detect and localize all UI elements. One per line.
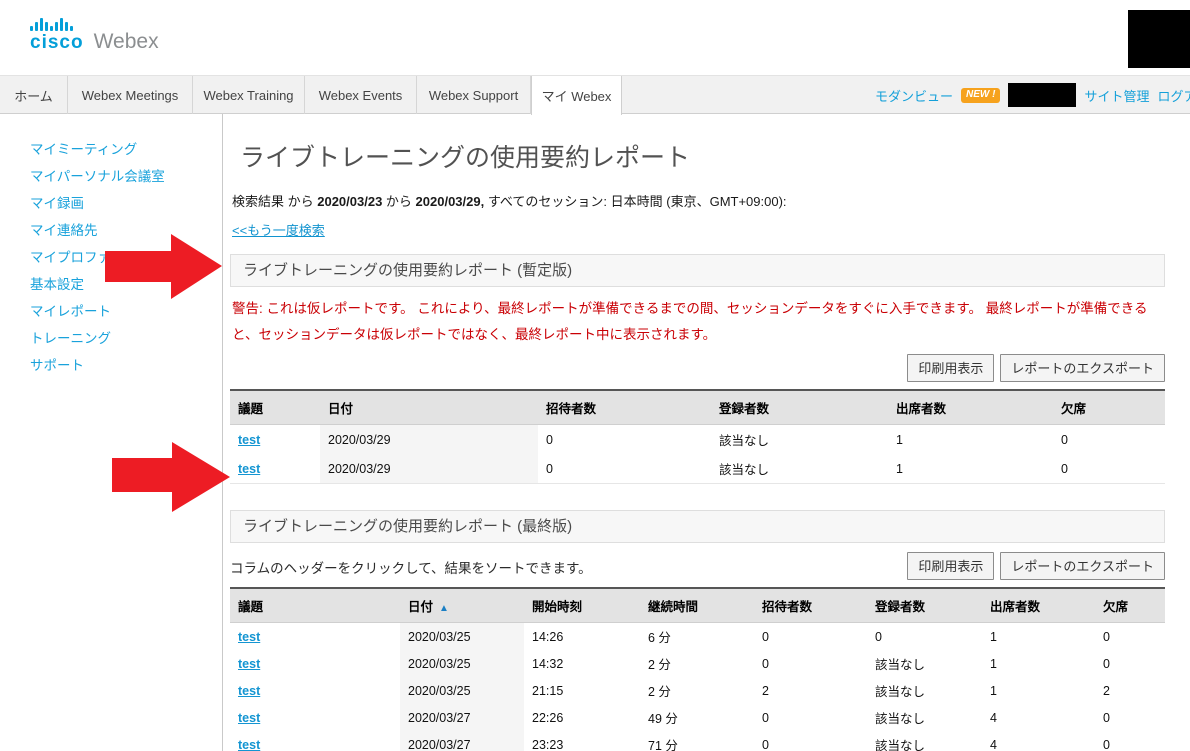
- sort-hint-text: コラムのヘッダーをクリックして、結果をソートできます。: [230, 557, 592, 580]
- col-absent[interactable]: 欠席: [1053, 390, 1165, 425]
- table-row: test 2020/03/27 22:26 49 分 0 該当なし 4 0: [230, 704, 1165, 731]
- col-attended[interactable]: 出席者数: [888, 390, 1053, 425]
- table-row: test 2020/03/29 0 該当なし 1 0: [230, 425, 1165, 455]
- table-row: test 2020/03/25 21:15 2 分 2 該当なし 1 2: [230, 677, 1165, 704]
- page-header: cisco Webex: [0, 0, 1190, 75]
- export-report-button[interactable]: レポートのエクスポート: [1000, 552, 1165, 580]
- interim-report-table: 議題 日付 招待者数 登録者数 出席者数 欠席 test 2020/03/29 …: [230, 389, 1165, 484]
- interim-actions: 印刷用表示 レポートのエクスポート: [230, 354, 1165, 382]
- sidebar-item-my-contacts[interactable]: マイ連絡先: [30, 217, 222, 244]
- print-view-button[interactable]: 印刷用表示: [907, 354, 994, 382]
- table-row: test 2020/03/29 0 該当なし 1 0: [230, 454, 1165, 484]
- final-actions: 印刷用表示 レポートのエクスポート: [907, 552, 1165, 580]
- session-link[interactable]: test: [238, 738, 260, 751]
- session-link[interactable]: test: [238, 433, 260, 447]
- col-registered[interactable]: 登録者数: [711, 390, 888, 425]
- final-report-table: 議題 日付▲ 開始時刻 継続時間 招待者数 登録者数 出席者数 欠席 test …: [230, 587, 1165, 751]
- report-main: ライブトレーニングの使用要約レポート 検索結果 から 2020/03/23 から…: [230, 114, 1165, 751]
- interim-section-heading: ライブトレーニングの使用要約レポート (暫定版): [230, 254, 1165, 287]
- sidebar-item-personal-room[interactable]: マイパーソナル会議室: [30, 163, 222, 190]
- search-summary: 検索結果 から 2020/03/23 から 2020/03/29, すべてのセッ…: [232, 191, 1165, 210]
- search-date-to: 2020/03/29,: [416, 194, 485, 209]
- interim-warning-text: 警告: これは仮レポートです。 これにより、最終レポートが準備できるまでの間、セ…: [232, 296, 1165, 348]
- cisco-webex-logo: cisco Webex: [30, 18, 159, 52]
- page-title: ライブトレーニングの使用要約レポート: [240, 138, 1165, 174]
- col-registered[interactable]: 登録者数: [867, 588, 982, 623]
- table-row: test 2020/03/25 14:32 2 分 0 該当なし 1 0: [230, 650, 1165, 677]
- cisco-bars-icon: [30, 18, 84, 31]
- site-admin-link[interactable]: サイト管理: [1084, 86, 1149, 105]
- sidebar-item-training[interactable]: トレーニング: [30, 325, 222, 352]
- col-invited[interactable]: 招待者数: [754, 588, 867, 623]
- redaction-box: [1008, 83, 1076, 107]
- table-header-row: 議題 日付 招待者数 登録者数 出席者数 欠席: [230, 390, 1165, 425]
- tab-webex-training[interactable]: Webex Training: [193, 76, 305, 114]
- sidebar-item-my-meetings[interactable]: マイミーティング: [30, 136, 222, 163]
- session-link[interactable]: test: [238, 711, 260, 725]
- sidebar-item-my-reports[interactable]: マイレポート: [30, 298, 222, 325]
- final-section-heading: ライブトレーニングの使用要約レポート (最終版): [230, 510, 1165, 543]
- redaction-box: [1128, 10, 1190, 68]
- tab-webex-support[interactable]: Webex Support: [417, 76, 531, 114]
- final-toolbar: コラムのヘッダーをクリックして、結果をソートできます。 印刷用表示 レポートのエ…: [230, 552, 1165, 580]
- col-absent[interactable]: 欠席: [1095, 588, 1165, 623]
- table-row: test 2020/03/27 23:23 71 分 0 該当なし 4 0: [230, 731, 1165, 751]
- col-invited[interactable]: 招待者数: [538, 390, 711, 425]
- sidebar-item-preferences[interactable]: 基本設定: [30, 271, 222, 298]
- session-link[interactable]: test: [238, 462, 260, 476]
- export-report-button[interactable]: レポートのエクスポート: [1000, 354, 1165, 382]
- col-date-sorted[interactable]: 日付▲: [400, 588, 524, 623]
- webex-wordmark: Webex: [94, 31, 159, 52]
- tab-webex-meetings[interactable]: Webex Meetings: [68, 76, 193, 114]
- new-badge: NEW !: [961, 88, 1000, 103]
- sidebar-item-my-profile[interactable]: マイプロファイル: [30, 244, 222, 271]
- nav-utility-links: モダンビュー NEW ! サイト管理 ログアウト: [875, 76, 1190, 114]
- primary-navbar: ホーム Webex Meetings Webex Training Webex …: [0, 75, 1190, 114]
- modern-view-link[interactable]: モダンビュー: [875, 86, 953, 105]
- logout-link[interactable]: ログアウト: [1157, 86, 1190, 105]
- tab-my-webex[interactable]: マイ Webex: [531, 76, 622, 115]
- sidebar-item-my-recordings[interactable]: マイ録画: [30, 190, 222, 217]
- col-date[interactable]: 日付: [320, 390, 538, 425]
- col-topic[interactable]: 議題: [230, 390, 320, 425]
- tab-webex-events[interactable]: Webex Events: [305, 76, 417, 114]
- sort-ascending-icon: ▲: [439, 603, 449, 614]
- col-topic[interactable]: 議題: [230, 588, 400, 623]
- session-link[interactable]: test: [238, 630, 260, 644]
- search-again-link[interactable]: <<もう一度検索: [232, 220, 325, 239]
- session-link[interactable]: test: [238, 684, 260, 698]
- cisco-wordmark: cisco: [30, 33, 84, 52]
- print-view-button[interactable]: 印刷用表示: [907, 552, 994, 580]
- sidebar-item-support[interactable]: サポート: [30, 352, 222, 379]
- table-row: test 2020/03/25 14:26 6 分 0 0 1 0: [230, 623, 1165, 651]
- search-date-from: 2020/03/23: [317, 194, 382, 209]
- session-link[interactable]: test: [238, 657, 260, 671]
- tab-home[interactable]: ホーム: [0, 76, 68, 114]
- content-layout: マイミーティング マイパーソナル会議室 マイ録画 マイ連絡先 マイプロファイル …: [0, 114, 1190, 751]
- col-start-time[interactable]: 開始時刻: [524, 588, 640, 623]
- sidebar-nav: マイミーティング マイパーソナル会議室 マイ録画 マイ連絡先 マイプロファイル …: [0, 114, 223, 751]
- col-attended[interactable]: 出席者数: [982, 588, 1095, 623]
- col-duration[interactable]: 継続時間: [640, 588, 754, 623]
- table-header-row: 議題 日付▲ 開始時刻 継続時間 招待者数 登録者数 出席者数 欠席: [230, 588, 1165, 623]
